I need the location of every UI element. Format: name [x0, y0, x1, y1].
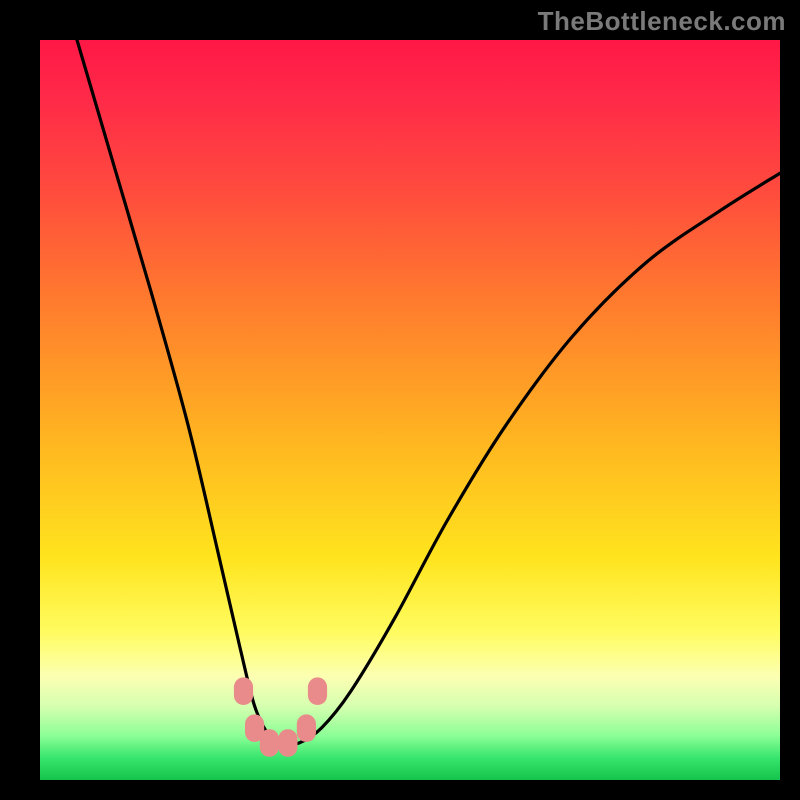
marker-point [308, 677, 327, 705]
bottleneck-curve [77, 40, 780, 744]
marker-point [278, 729, 297, 757]
marker-point [297, 714, 316, 742]
chart-frame: TheBottleneck.com [0, 0, 800, 800]
marker-point [260, 729, 279, 757]
marker-point [234, 677, 253, 705]
watermark-text: TheBottleneck.com [538, 6, 786, 37]
curve-markers [234, 677, 327, 756]
plot-area [40, 40, 780, 780]
curve-layer [40, 40, 780, 780]
